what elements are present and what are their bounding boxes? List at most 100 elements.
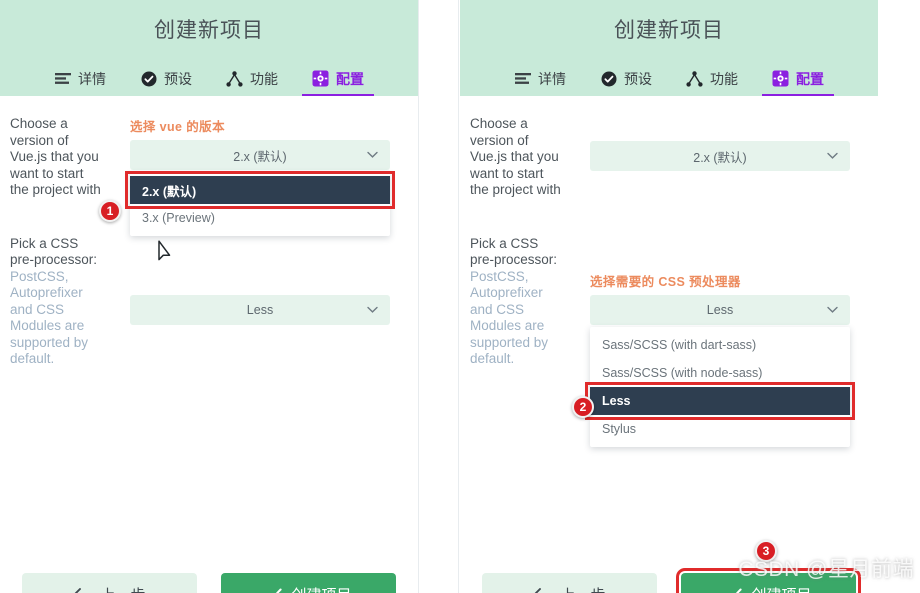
step-marker-1-label: 1 [106,204,114,218]
tab-details-label: 详情 [78,70,106,87]
css-preprocessor-select-value-right: Less [706,303,734,317]
vue-version-option-2x[interactable]: 2.x (默认) [125,171,395,209]
vue-version-option-3x[interactable]: 3.x (Preview) [130,204,390,232]
tab-details[interactable]: 详情 [50,70,110,96]
tab-presets[interactable]: 预设 [136,70,196,96]
css-option-less[interactable]: Less [585,382,855,420]
css-option-stylus-label: Stylus [602,422,637,436]
wizard-header-left: 创建新项目 详情 预设 功能 配置 [0,0,418,96]
css-preprocessor-select-value-left: Less [246,303,274,317]
css-preprocessor-description-right: Pick a CSS pre-processor: PostCSS, Autop… [470,236,566,368]
vue-version-field-label: 选择 vue 的版本 [130,120,225,134]
vue-version-option-3x-label: 3.x (Preview) [142,211,215,225]
lines-icon [514,70,531,87]
right-panel: 创建新项目 详情 预设 功能 配置 Choose a version of Vu… [460,0,878,593]
chevron-down-icon [367,306,378,314]
css-preprocessor-field-label-left [130,271,390,286]
check-circle-icon [600,70,617,87]
arrow-left-icon [533,587,551,593]
node-tree-icon [686,70,703,87]
tab-details-right[interactable]: 详情 [510,70,570,96]
csdn-watermark: CSDN @星月前端 [738,558,914,581]
vue-version-select[interactable]: 2.x (默认) 2.x (默认) 3.x (Preview) [125,140,395,236]
page-title-right: 创建新项目 [614,19,724,42]
back-button-left[interactable]: 上一步 [22,573,197,593]
css-preprocessor-field-left: Less [130,271,390,325]
vue-version-option-2x-label: 2.x (默认) [142,184,197,199]
left-field-column: 选择 vue 的版本 2.x (默认) 2.x (默认) 3.x (Previe… [125,116,395,325]
css-preprocessor-select-left[interactable]: Less [130,295,390,325]
tab-presets-label-right: 预设 [624,70,652,87]
description-spacer-right [470,215,566,236]
tab-configuration-label-right: 配置 [796,70,824,87]
left-description-column: Choose a version of Vue.js that you want… [10,116,106,384]
tab-features[interactable]: 功能 [222,70,282,96]
tab-details-label-right: 详情 [538,70,566,87]
node-tree-icon [226,70,243,87]
css-preprocessor-field-right: 选择需要的 CSS 预处理器 Less Sass/SCSS (with dart… [585,271,855,447]
check-circle-icon [140,70,157,87]
right-description-column: Choose a version of Vue.js that you want… [470,116,566,384]
tab-configuration[interactable]: 配置 [302,70,374,96]
vue-version-description-right: Choose a version of Vue.js that you want… [470,116,566,199]
chevron-down-icon [367,151,378,159]
css-preprocessor-dropdown[interactable]: Sass/SCSS (with dart-sass) Sass/SCSS (wi… [585,327,855,447]
vue-version-description-text: Choose a version of Vue.js that you want… [10,116,101,197]
check-icon [725,588,743,593]
back-button-right-label: 上一步 [560,584,605,593]
css-option-node-sass-label: Sass/SCSS (with node-sass) [602,366,763,380]
step-marker-2-label: 2 [579,400,587,414]
step-marker-1: 1 [99,200,121,222]
vue-version-select-value: 2.x (默认) [233,149,287,164]
css-preprocessor-select-right[interactable]: Less Sass/SCSS (with dart-sass) Sass/SCS… [585,295,855,447]
panel-divider-left [418,0,419,593]
css-option-dart-sass[interactable]: Sass/SCSS (with dart-sass) [590,331,850,359]
create-project-button-right-label: 创建项目 [751,584,811,593]
css-preprocessor-note-right: PostCSS, Autoprefixer and CSS Modules ar… [470,268,549,367]
vue-version-description-text-right: Choose a version of Vue.js that you want… [470,116,561,197]
back-button-left-label: 上一步 [100,584,145,593]
tab-configuration-right[interactable]: 配置 [762,70,834,96]
vue-version-field-left: 选择 vue 的版本 2.x (默认) 2.x (默认) 3.x (Previe… [125,116,395,236]
step-marker-2: 2 [572,396,594,418]
left-panel: 创建新项目 详情 预设 功能 配置 Choose a version of Vu… [0,0,418,593]
css-option-less-label: Less [602,394,631,408]
tab-features-right[interactable]: 功能 [682,70,742,96]
arrow-left-icon [73,587,91,593]
tab-presets-right[interactable]: 预设 [596,70,656,96]
vue-version-field-right: 2.x (默认) [590,141,850,171]
back-button-right[interactable]: 上一步 [482,573,657,593]
screenshot-root: 创建新项目 详情 预设 功能 配置 Choose a version of Vu… [0,0,920,593]
wizard-header-right: 创建新项目 详情 预设 功能 配置 [460,0,878,96]
chevron-down-icon [827,152,838,160]
create-project-button-left[interactable]: 创建项目 [221,573,396,593]
css-option-dart-sass-label: Sass/SCSS (with dart-sass) [602,338,757,352]
check-icon [265,588,283,593]
vue-version-select-value-right: 2.x (默认) [693,150,747,165]
gear-icon [312,70,329,87]
tab-features-label-right: 功能 [710,70,738,87]
vue-version-dropdown[interactable]: 2.x (默认) 3.x (Preview) [125,171,395,236]
wizard-tabs-left: 详情 预设 功能 配置 [0,58,418,96]
create-project-button-left-label: 创建项目 [291,584,351,593]
gear-icon [772,70,789,87]
tab-features-label: 功能 [250,70,278,87]
css-preprocessor-note: PostCSS, Autoprefixer and CSS Modules ar… [10,268,89,367]
css-preprocessor-heading: Pick a CSS pre-processor: [10,235,98,268]
page-title: 创建新项目 [154,19,264,42]
right-field-column: 2.x (默认) 选择需要的 CSS 预处理器 Less Sass/SCSS (… [585,116,855,447]
chevron-down-icon [827,306,838,314]
tab-presets-label: 预设 [164,70,192,87]
css-option-node-sass[interactable]: Sass/SCSS (with node-sass) [590,359,850,387]
css-preprocessor-description: Pick a CSS pre-processor: PostCSS, Autop… [10,236,106,368]
css-preprocessor-field-label-right: 选择需要的 CSS 预处理器 [590,275,741,289]
wizard-tabs-right: 详情 预设 功能 配置 [460,58,878,96]
vue-version-description: Choose a version of Vue.js that you want… [10,116,106,199]
tab-configuration-label: 配置 [336,70,364,87]
left-footer: 上一步 创建项目 [0,573,418,593]
css-preprocessor-heading-right: Pick a CSS pre-processor: [470,235,558,268]
css-option-stylus[interactable]: Stylus [590,415,850,443]
panel-divider-right [458,0,459,593]
vue-version-select-right[interactable]: 2.x (默认) [590,141,850,171]
